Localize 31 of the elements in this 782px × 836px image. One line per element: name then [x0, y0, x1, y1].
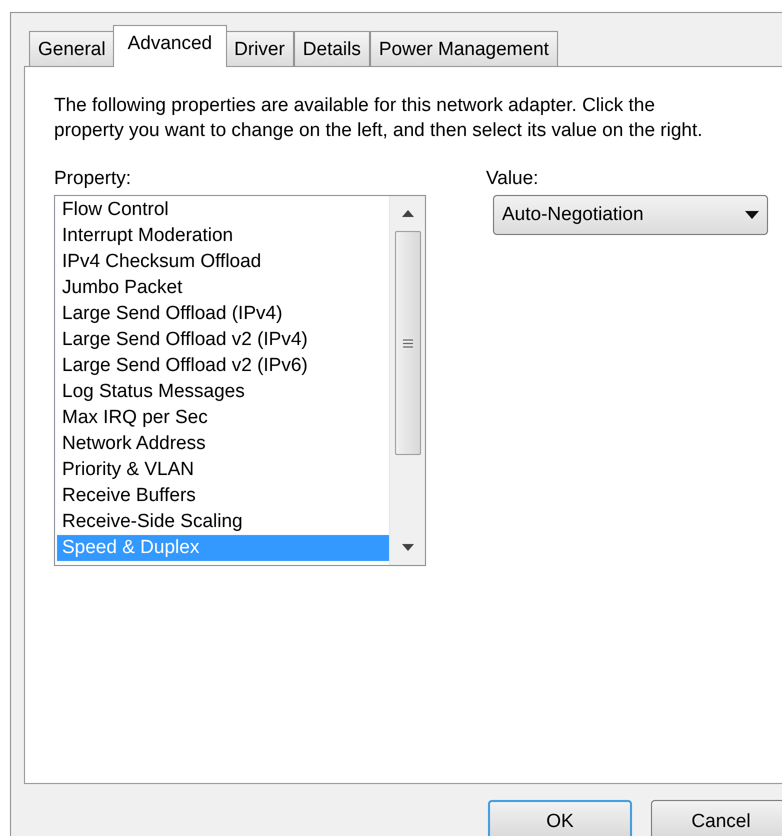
property-item[interactable]: Network Address: [57, 431, 389, 457]
scroll-thumb[interactable]: [394, 231, 420, 455]
value-dropdown[interactable]: Auto-Negotiation: [493, 195, 768, 235]
property-item[interactable]: Flow Control: [57, 197, 389, 223]
dropdown-arrow-icon: [745, 211, 759, 219]
tab[interactable]: Advanced: [112, 25, 228, 67]
dialog-button[interactable]: OK: [488, 800, 632, 836]
scroll-down-icon[interactable]: [402, 544, 414, 551]
property-item[interactable]: Interrupt Moderation: [57, 223, 389, 249]
tab[interactable]: Driver: [225, 31, 294, 67]
property-item[interactable]: Large Send Offload v2 (IPv6): [57, 353, 389, 379]
property-item[interactable]: Log Status Messages: [57, 379, 389, 405]
property-item[interactable]: Priority & VLAN: [57, 457, 389, 483]
property-item[interactable]: Jumbo Packet: [57, 275, 389, 301]
property-item[interactable]: Max IRQ per Sec: [57, 405, 389, 431]
scrollbar[interactable]: [389, 196, 425, 565]
property-item[interactable]: Large Send Offload (IPv4): [57, 301, 389, 327]
tab[interactable]: General: [29, 31, 115, 67]
property-label: Property:: [54, 167, 132, 191]
property-list[interactable]: [54, 195, 426, 566]
value-label: Value:: [486, 167, 540, 191]
tab[interactable]: Power Management: [370, 31, 558, 67]
property-item[interactable]: IPv4 Checksum Offload: [57, 249, 389, 275]
property-item[interactable]: Large Send Offload v2 (IPv4): [57, 327, 389, 353]
scroll-up-icon[interactable]: [402, 210, 414, 217]
grip-icon: [402, 338, 412, 348]
dialog-button[interactable]: Cancel: [651, 800, 782, 836]
property-item[interactable]: Receive-Side Scaling: [57, 509, 389, 535]
description-text: The following properties are available for this network adapter. Click the property you want to change on the left, and then select its value on the right.: [54, 94, 704, 143]
property-item[interactable]: Receive Buffers: [57, 483, 389, 509]
tab[interactable]: Details: [294, 31, 370, 67]
